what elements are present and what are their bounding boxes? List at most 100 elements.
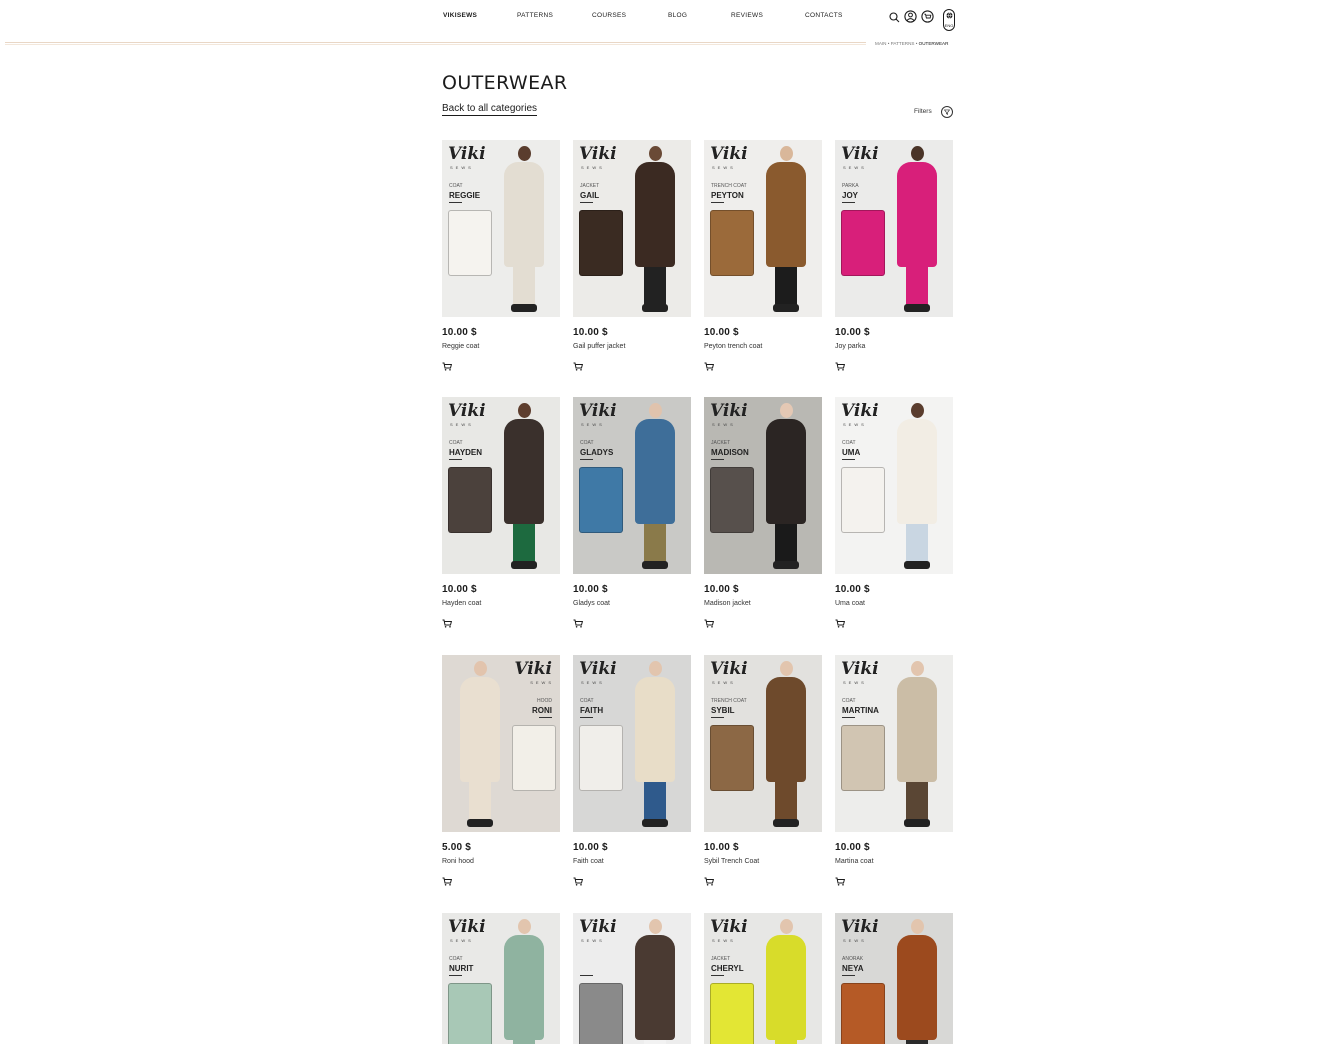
- product-image[interactable]: Viki SEWS: [573, 913, 691, 1044]
- model-legs: [906, 1040, 928, 1044]
- site-logo[interactable]: VIKISEWS: [443, 12, 477, 19]
- add-to-cart-icon[interactable]: [835, 619, 846, 628]
- product-name[interactable]: Sybil Trench Coat: [704, 858, 822, 868]
- add-to-cart-icon[interactable]: [704, 362, 715, 371]
- garment-flat-sketch: [710, 983, 754, 1044]
- nav-contacts[interactable]: CONTACTS: [805, 12, 843, 19]
- back-to-categories-link[interactable]: Back to all categories: [442, 103, 538, 116]
- pattern-type: COAT: [842, 440, 856, 446]
- pattern-type: COAT: [580, 698, 594, 704]
- product-card[interactable]: Viki SEWS COAT REGGIE 10.00 $ Reggie coa…: [442, 140, 560, 376]
- product-card[interactable]: Viki SEWS COAT MARTINA 10.00 $ Martina c…: [835, 655, 953, 891]
- language-switcher[interactable]: ENG: [943, 9, 955, 31]
- product-card[interactable]: Viki SEWS TRENCH COAT SYBIL 10.00 $ Sybi…: [704, 655, 822, 891]
- product-card[interactable]: Viki SEWS COAT FAITH 10.00 $ Faith coat: [573, 655, 691, 891]
- product-image[interactable]: Viki SEWS PARKA JOY: [835, 140, 953, 317]
- product-card[interactable]: Viki SEWS COAT NURIT: [442, 913, 560, 1044]
- add-to-cart-icon[interactable]: [704, 877, 715, 886]
- product-image[interactable]: Viki SEWS JACKET MADISON: [704, 397, 822, 574]
- add-to-cart-icon[interactable]: [442, 362, 453, 371]
- product-card[interactable]: Viki SEWS: [573, 913, 691, 1044]
- nav-reviews[interactable]: REVIEWS: [731, 12, 763, 19]
- product-card[interactable]: Viki SEWS COAT UMA 10.00 $ Uma coat: [835, 397, 953, 633]
- user-account-icon[interactable]: [904, 10, 917, 23]
- product-card[interactable]: Viki SEWS PARKA JOY 10.00 $ Joy parka: [835, 140, 953, 376]
- add-to-cart-icon[interactable]: [835, 362, 846, 371]
- breadcrumb-main[interactable]: MAIN: [875, 41, 886, 46]
- nav-blog[interactable]: BLOG: [668, 12, 687, 19]
- product-image[interactable]: Viki SEWS JACKET GAIL: [573, 140, 691, 317]
- product-name[interactable]: Joy parka: [835, 343, 953, 353]
- product-name[interactable]: Faith coat: [573, 858, 691, 868]
- model-legs: [469, 782, 491, 822]
- brand-logo: Viki: [710, 917, 748, 937]
- product-price: 10.00 $: [573, 327, 608, 338]
- product-name[interactable]: Martina coat: [835, 858, 953, 868]
- model-garment: [766, 935, 806, 1040]
- product-price: 10.00 $: [704, 327, 739, 338]
- brand-sub: SEWS: [450, 422, 474, 427]
- search-icon[interactable]: [889, 12, 900, 23]
- nav-patterns[interactable]: PATTERNS: [517, 12, 553, 19]
- pattern-type: TRENCH COAT: [711, 183, 747, 189]
- product-name[interactable]: Gladys coat: [573, 600, 691, 610]
- garment-flat-sketch: [841, 983, 885, 1044]
- model-head: [911, 919, 924, 934]
- product-image[interactable]: Viki SEWS TRENCH COAT SYBIL: [704, 655, 822, 832]
- product-name[interactable]: Hayden coat: [442, 600, 560, 610]
- model-head: [649, 403, 662, 418]
- pattern-model: FAITH: [580, 706, 604, 715]
- product-image[interactable]: Viki SEWS COAT MARTINA: [835, 655, 953, 832]
- add-to-cart-icon[interactable]: [442, 619, 453, 628]
- garment-flat-sketch: [579, 467, 623, 533]
- model-head: [780, 919, 793, 934]
- product-image[interactable]: Viki SEWS TRENCH COAT PEYTON: [704, 140, 822, 317]
- add-to-cart-icon[interactable]: [442, 877, 453, 886]
- model-legs: [644, 782, 666, 822]
- product-card[interactable]: Viki SEWS COAT HAYDEN 10.00 $ Hayden coa…: [442, 397, 560, 633]
- cart-icon[interactable]: [921, 10, 934, 23]
- product-image[interactable]: Viki SEWS JACKET CHERYL: [704, 913, 822, 1044]
- add-to-cart-icon[interactable]: [573, 362, 584, 371]
- product-image[interactable]: Viki SEWS ANORAK NEYA: [835, 913, 953, 1044]
- add-to-cart-icon[interactable]: [704, 619, 715, 628]
- product-card[interactable]: Viki SEWS HOOD RONI 5.00 $ Roni hood: [442, 655, 560, 891]
- model-legs: [644, 267, 666, 307]
- add-to-cart-icon[interactable]: [573, 619, 584, 628]
- product-card[interactable]: Viki SEWS JACKET GAIL 10.00 $ Gail puffe…: [573, 140, 691, 376]
- product-image[interactable]: Viki SEWS COAT NURIT: [442, 913, 560, 1044]
- model-underline: [449, 459, 462, 460]
- product-name[interactable]: Madison jacket: [704, 600, 822, 610]
- brand-logo: Viki: [579, 659, 617, 679]
- header-divider: [5, 42, 866, 45]
- product-name[interactable]: Reggie coat: [442, 343, 560, 353]
- add-to-cart-icon[interactable]: [835, 877, 846, 886]
- pattern-model: MARTINA: [842, 706, 879, 715]
- product-card[interactable]: Viki SEWS COAT GLADYS 10.00 $ Gladys coa…: [573, 397, 691, 633]
- brand-sub: SEWS: [843, 680, 867, 685]
- breadcrumb-current: OUTERWEAR: [918, 41, 949, 46]
- product-image[interactable]: Viki SEWS COAT HAYDEN: [442, 397, 560, 574]
- product-image[interactable]: Viki SEWS COAT UMA: [835, 397, 953, 574]
- product-name[interactable]: Gail puffer jacket: [573, 343, 691, 353]
- model-head: [911, 403, 924, 418]
- model-shoes: [511, 304, 537, 312]
- nav-courses[interactable]: COURSES: [592, 12, 626, 19]
- pattern-model: JOY: [842, 191, 859, 200]
- product-card[interactable]: Viki SEWS JACKET CHERYL: [704, 913, 822, 1044]
- product-image[interactable]: Viki SEWS COAT FAITH: [573, 655, 691, 832]
- product-card[interactable]: Viki SEWS TRENCH COAT PEYTON 10.00 $ Pey…: [704, 140, 822, 376]
- filters-label: Filters: [914, 108, 932, 115]
- model-underline: [842, 459, 855, 460]
- product-name[interactable]: Uma coat: [835, 600, 953, 610]
- product-image[interactable]: Viki SEWS COAT GLADYS: [573, 397, 691, 574]
- product-card[interactable]: Viki SEWS JACKET MADISON 10.00 $ Madison…: [704, 397, 822, 633]
- product-image[interactable]: Viki SEWS COAT REGGIE: [442, 140, 560, 317]
- product-name[interactable]: Peyton trench coat: [704, 343, 822, 353]
- product-name[interactable]: Roni hood: [442, 858, 560, 868]
- add-to-cart-icon[interactable]: [573, 877, 584, 886]
- breadcrumb-patterns[interactable]: PATTERNS: [891, 41, 915, 46]
- model-garment: [635, 162, 675, 267]
- product-card[interactable]: Viki SEWS ANORAK NEYA: [835, 913, 953, 1044]
- product-image[interactable]: Viki SEWS HOOD RONI: [442, 655, 560, 832]
